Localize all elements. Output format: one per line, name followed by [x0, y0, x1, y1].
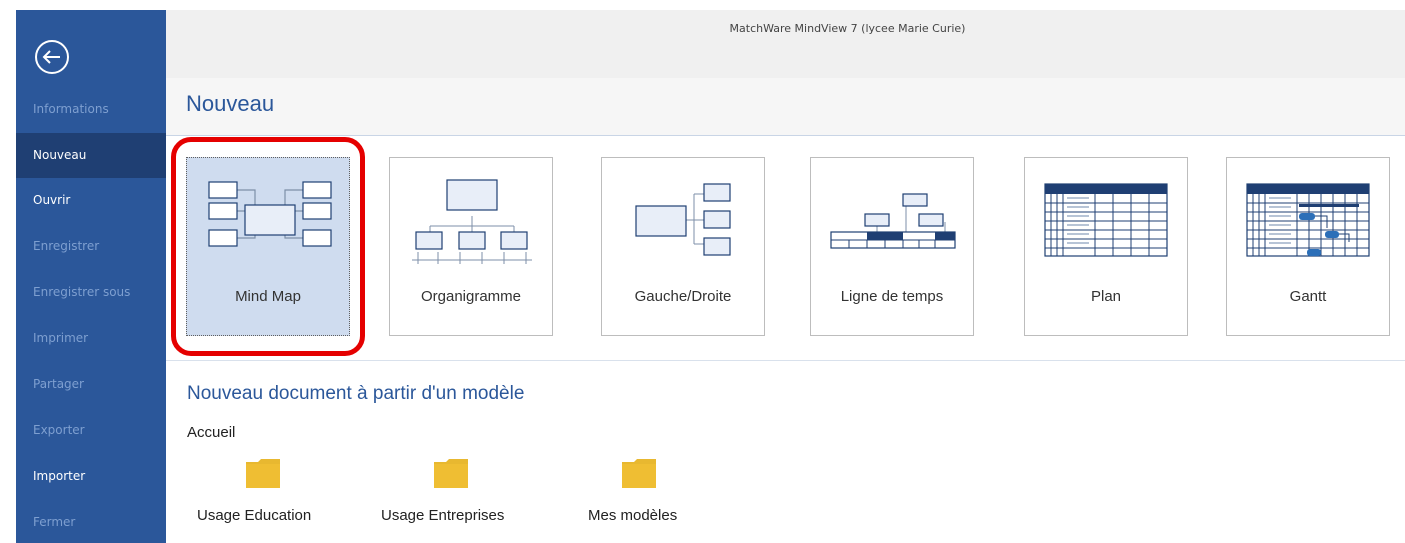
- new-organigramme-card[interactable]: Organigramme: [389, 157, 553, 336]
- card-label: Plan: [1090, 288, 1122, 305]
- sidebar-item-partager[interactable]: Partager: [16, 362, 166, 407]
- sidebar-item-fermer[interactable]: Fermer: [16, 500, 166, 543]
- folder-icon: [622, 459, 656, 488]
- window-title: MatchWare MindView 7 (lycee Marie Curie): [729, 22, 966, 35]
- org-chart-icon: [412, 179, 532, 264]
- folder-label: Usage Entreprises: [381, 507, 505, 524]
- templates-heading: Nouveau document à partir d'un modèle: [187, 383, 525, 404]
- back-arrow-icon: [35, 40, 69, 74]
- card-label: Gantt: [1289, 288, 1327, 305]
- new-plan-card[interactable]: Plan: [1024, 157, 1188, 336]
- card-label: Gauche/Droite: [634, 288, 732, 305]
- sidebar-item-enregistrer[interactable]: Enregistrer: [16, 224, 166, 269]
- new-gauche-droite-card[interactable]: Gauche/Droite: [601, 157, 765, 336]
- section-divider: [166, 360, 1405, 361]
- folder-label: Usage Education: [197, 507, 312, 524]
- backstage-sidebar: Informations Nouveau Ouvrir Enregistrer …: [16, 10, 166, 543]
- folder-label: Mes modèles: [588, 507, 678, 524]
- card-label: Mind Map: [235, 288, 301, 305]
- new-ligne-de-temps-card[interactable]: Ligne de temps: [810, 157, 974, 336]
- sidebar-item-imprimer[interactable]: Imprimer: [16, 316, 166, 361]
- page-header: Nouveau: [166, 78, 1405, 136]
- sidebar-item-exporter[interactable]: Exporter: [16, 408, 166, 453]
- mind-map-icon: [208, 181, 332, 247]
- breadcrumb[interactable]: Accueil: [187, 424, 235, 441]
- folder-icon: [246, 459, 280, 488]
- sidebar-item-ouvrir[interactable]: Ouvrir: [16, 178, 166, 223]
- sidebar-item-informations[interactable]: Informations: [16, 87, 166, 132]
- card-label: Ligne de temps: [840, 288, 944, 305]
- left-right-icon: [635, 183, 731, 256]
- window-titlebar: MatchWare MindView 7 (lycee Marie Curie): [166, 10, 1405, 78]
- timeline-icon: [830, 193, 956, 249]
- sidebar-item-importer[interactable]: Importer: [16, 454, 166, 499]
- sidebar-item-enregistrer-sous[interactable]: Enregistrer sous: [16, 270, 166, 315]
- sidebar-item-nouveau[interactable]: Nouveau: [16, 133, 166, 178]
- new-gantt-card[interactable]: Gantt: [1226, 157, 1390, 336]
- back-button[interactable]: [32, 37, 72, 77]
- page-title: Nouveau: [186, 91, 275, 116]
- card-label: Organigramme: [420, 288, 522, 305]
- gantt-icon: [1246, 183, 1370, 257]
- new-mind-map-card[interactable]: Mind Map: [186, 157, 350, 336]
- outline-icon: [1044, 183, 1168, 257]
- folder-icon: [434, 459, 468, 488]
